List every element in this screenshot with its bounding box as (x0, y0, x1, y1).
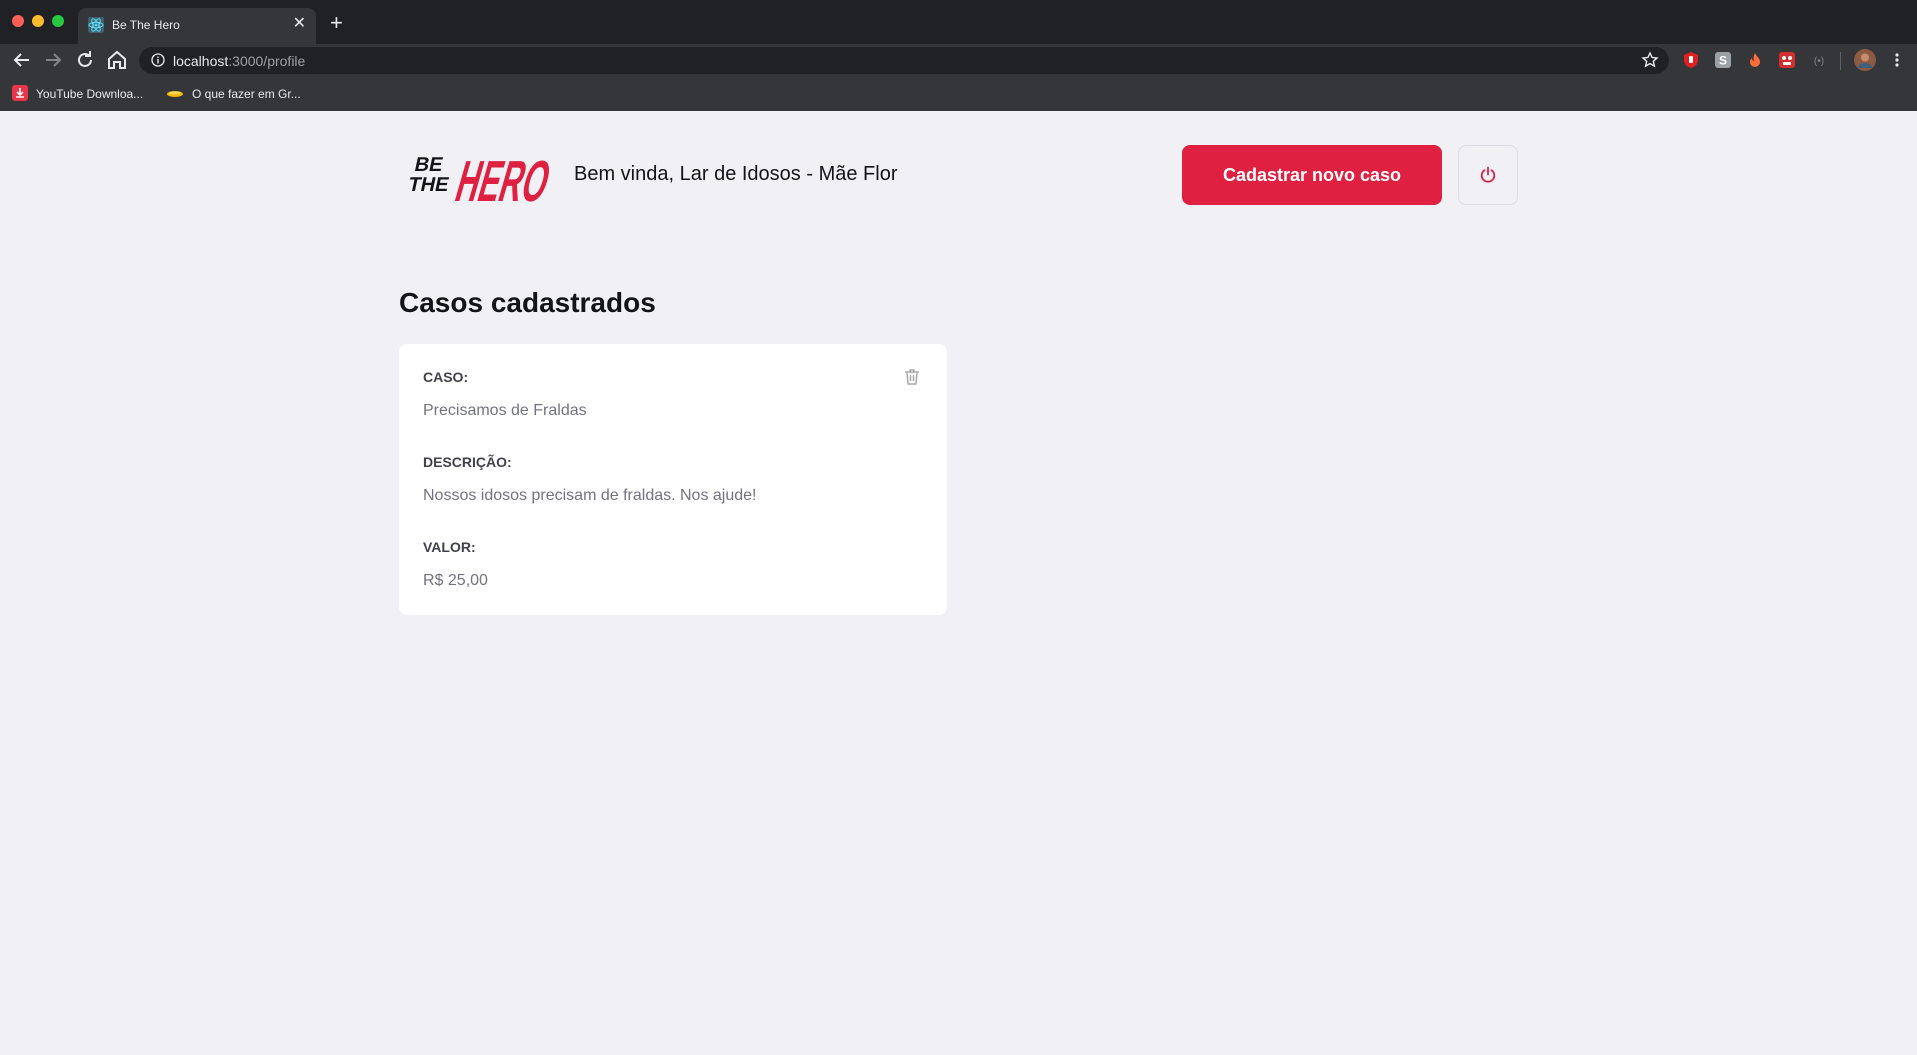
address-bar[interactable]: localhost:3000/profile (139, 47, 1669, 74)
reload-icon[interactable] (73, 48, 97, 72)
menu-dots-icon[interactable] (1888, 51, 1906, 69)
bookmark-favicon (167, 91, 183, 97)
case-label: CASO: (423, 369, 469, 385)
value-amount: R$ 25,00 (423, 572, 488, 589)
browser-chrome: Be The Hero ✕ + localhost:3000/profile S… (0, 0, 1917, 112)
home-icon[interactable] (105, 48, 129, 72)
red-extension-icon[interactable] (1778, 51, 1796, 69)
grey-extension-icon[interactable]: (•) (1810, 51, 1828, 69)
trash-icon[interactable] (902, 367, 922, 387)
bookmark-o-que-fazer[interactable]: O que fazer em Gr... (166, 85, 301, 101)
close-tab-icon[interactable]: ✕ (293, 14, 306, 34)
download-icon (12, 85, 28, 101)
bookmark-youtube-downloader[interactable]: YouTube Downloa... (12, 85, 143, 101)
react-favicon-icon (88, 17, 104, 33)
toolbar-divider (1840, 52, 1841, 70)
url-path: :3000/profile (228, 53, 306, 69)
close-window-button[interactable] (12, 15, 24, 27)
case-card: CASO: Precisamos de Fraldas DESCRIÇÃO: N… (399, 344, 947, 615)
bookmark-label: YouTube Downloa... (36, 87, 144, 101)
profile-avatar[interactable] (1854, 49, 1876, 71)
s-extension-icon[interactable]: S (1714, 51, 1732, 69)
description-value: Nossos idosos precisam de fraldas. Nos a… (423, 487, 757, 504)
welcome-text: Bem vinda, Lar de Idosos - Mãe Flor (574, 163, 898, 185)
minimize-window-button[interactable] (32, 15, 44, 27)
url-text: localhost:3000/profile (173, 53, 305, 69)
description-label: DESCRIÇÃO: (423, 454, 512, 470)
info-icon[interactable] (151, 53, 165, 67)
page-title: Casos cadastrados (399, 287, 656, 318)
case-value: Precisamos de Fraldas (423, 402, 587, 419)
new-case-button[interactable]: Cadastrar novo caso (1182, 145, 1442, 205)
back-arrow-icon[interactable] (10, 48, 34, 72)
shield-extension-icon[interactable] (1682, 51, 1700, 69)
svg-text:(•): (•) (1814, 56, 1824, 67)
value-label: VALOR: (423, 539, 476, 555)
be-the-hero-logo: BE THE HERO (406, 148, 550, 209)
svg-text:S: S (1719, 54, 1727, 68)
logo-text-hero: HERO (449, 148, 550, 209)
logo-text-the: THE (406, 174, 451, 196)
tab-strip: Be The Hero ✕ + (0, 0, 1917, 44)
new-tab-button[interactable]: + (330, 12, 343, 34)
fire-extension-icon[interactable] (1746, 51, 1764, 69)
url-host: localhost (173, 53, 229, 69)
bookmarks-bar: YouTube Downloa... O que fazer em Gr... (0, 76, 1917, 112)
profile-page: BE THE HERO Bem vinda, Lar de Idosos - M… (0, 111, 1917, 1055)
forward-arrow-icon[interactable] (41, 48, 65, 72)
tab-be-the-hero[interactable]: Be The Hero ✕ (78, 8, 316, 44)
power-icon (1480, 166, 1496, 183)
browser-toolbar: localhost:3000/profile S (•) (0, 44, 1917, 76)
bookmark-star-icon[interactable] (1641, 51, 1659, 69)
maximize-window-button[interactable] (52, 15, 64, 27)
tab-title: Be The Hero (112, 18, 180, 32)
bookmark-label: O que fazer em Gr... (192, 87, 301, 101)
logout-button[interactable] (1458, 145, 1518, 205)
logo-text-be: BE (413, 154, 445, 176)
